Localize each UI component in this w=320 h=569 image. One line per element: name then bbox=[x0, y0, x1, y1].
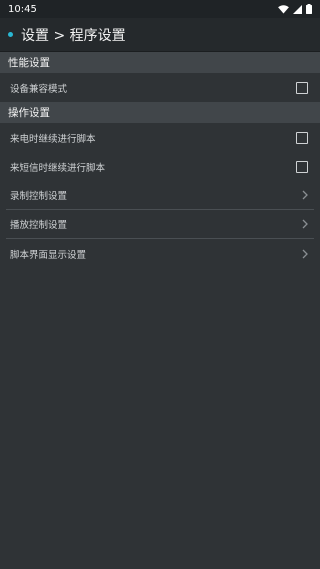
page-title: 设置 > 程序设置 bbox=[21, 27, 126, 44]
device-compat-checkbox[interactable] bbox=[296, 81, 308, 94]
setting-label: 设备兼容模式 bbox=[10, 83, 68, 95]
battery-icon bbox=[306, 4, 312, 14]
setting-record-control[interactable]: 录制控制设置 bbox=[6, 181, 314, 210]
continue-on-call-checkbox[interactable] bbox=[296, 131, 308, 144]
setting-label: 脚本界面显示设置 bbox=[10, 249, 87, 261]
setting-script-display[interactable]: 脚本界面显示设置 bbox=[6, 239, 314, 268]
section-header-operation: 操作设置 bbox=[0, 102, 320, 123]
setting-label: 录制控制设置 bbox=[10, 191, 68, 202]
wifi-icon bbox=[278, 4, 289, 14]
setting-playback-control[interactable]: 播放控制设置 bbox=[6, 210, 314, 239]
signal-icon bbox=[293, 4, 302, 14]
title-bar: 设置 > 程序设置 bbox=[0, 18, 320, 52]
chevron-right-icon bbox=[302, 219, 308, 229]
status-bar: 10:45 bbox=[0, 0, 320, 18]
setting-continue-on-sms[interactable]: 来短信时继续进行脚本 bbox=[0, 152, 320, 181]
chevron-right-icon bbox=[302, 190, 308, 200]
chevron-right-icon bbox=[302, 249, 308, 258]
setting-device-compat-mode[interactable]: 设备兼容模式 bbox=[0, 73, 320, 102]
continue-on-sms-checkbox[interactable] bbox=[296, 160, 308, 173]
setting-label: 来电时继续进行脚本 bbox=[10, 133, 96, 145]
status-icons bbox=[278, 4, 312, 14]
status-time: 10:45 bbox=[8, 3, 37, 15]
accent-dot-icon bbox=[8, 32, 13, 37]
setting-continue-on-call[interactable]: 来电时继续进行脚本 bbox=[0, 123, 320, 152]
section-header-performance: 性能设置 bbox=[0, 52, 320, 73]
setting-label: 来短信时继续进行脚本 bbox=[10, 162, 106, 174]
setting-label: 播放控制设置 bbox=[10, 220, 68, 231]
